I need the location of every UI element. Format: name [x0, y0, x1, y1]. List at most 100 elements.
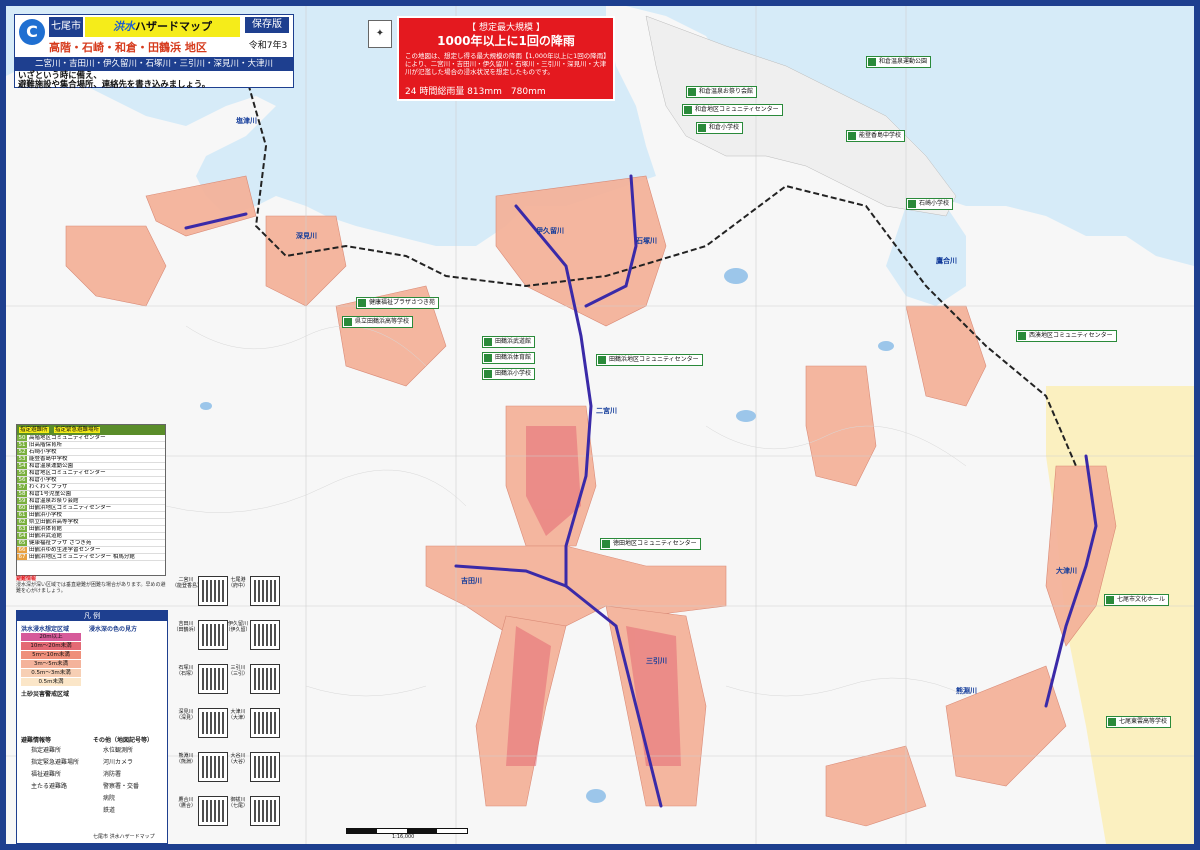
title-hazard: ハザードマップ [135, 20, 212, 33]
city-name: 七尾市 [49, 17, 83, 37]
shelter-number: 51 [17, 442, 27, 448]
shelter-marker[interactable]: 能登香島中学校 [846, 130, 906, 142]
shelter-marker[interactable]: 田鶴浜武道館 [482, 336, 536, 348]
river-label: 二宮川 [596, 407, 617, 415]
rainfall-alt: 780mm [510, 87, 546, 97]
shelter-number: 60 [17, 505, 27, 511]
shelter-marker[interactable]: 石崎小学校 [906, 198, 954, 210]
shelter-table: 指定避難所 指定緊急避難場所 50 高階地区コミュニティセンター 51 旧高階保育所 5… [16, 424, 166, 576]
depth-swatch: 10m〜20m未満 [21, 642, 81, 650]
river-camera-qr-code[interactable] [250, 576, 280, 606]
table-row: 60 田鶴浜地区コミュニティセンター [17, 505, 165, 512]
shelter-name: 和倉1号児童公園 [29, 491, 71, 497]
depth-swatch: 0.5m〜3m未満 [21, 669, 81, 677]
shelter-name: 和倉小学校 [29, 477, 57, 483]
legend-other-item: 水位観測所 [103, 747, 134, 754]
depth-swatch: 5m〜10m未満 [21, 651, 81, 659]
qr-place-label: （大谷） [227, 759, 248, 765]
legend-evac-item: 指定避難所 [31, 747, 62, 754]
shelter-number: 50 [17, 435, 27, 441]
shelter-marker[interactable]: 田鶴浜小学校 [482, 368, 536, 380]
shelter-name: 田鶴浜体育館 [29, 526, 63, 532]
river-camera-qr-code[interactable] [250, 708, 280, 738]
table-row: 55 和倉地区コミュニティセンター [17, 470, 165, 477]
scenario-headline: 1000年以上に1回の降雨 [437, 34, 575, 48]
river-label: 塩津川 [236, 117, 257, 125]
header-emergency: 指定緊急避難場所 [54, 427, 101, 433]
shelter-number: 52 [17, 449, 27, 455]
shelter-number: 57 [17, 484, 27, 490]
legend-title: 凡 例 [17, 611, 167, 621]
river-camera-qr-code[interactable] [250, 664, 280, 694]
river-camera-qr-code[interactable] [250, 752, 280, 782]
shelter-marker[interactable]: 和倉温泉運動公園 [866, 56, 932, 68]
shelter-name: 高階地区コミュニティセンター [29, 435, 106, 441]
shelter-name: 田鶴浜地区コミュニティセンター [29, 505, 112, 511]
river-label: 深見川 [296, 232, 317, 240]
legend-landslide: 土砂災害警戒区域 [21, 691, 70, 698]
river-label: 吉田川 [461, 577, 482, 585]
table-row: 52 石崎小学校 [17, 449, 165, 456]
shelter-marker[interactable]: 県立田鶴浜高等学校 [342, 316, 414, 328]
shelter-marker[interactable]: 西湊地区コミュニティセンター [1016, 330, 1117, 342]
shelter-marker[interactable]: 徳田地区コミュニティセンター [600, 538, 701, 550]
river-camera-qr-code[interactable] [250, 620, 280, 650]
table-row: 61 田鶴浜小学校 [17, 512, 165, 519]
shelter-name: わくわくプラザ [29, 484, 68, 490]
shelter-marker[interactable]: 田鶴浜体育館 [482, 352, 536, 364]
legend-other-item: 病院 [103, 795, 116, 802]
shelter-marker[interactable]: 七尾東雲高等学校 [1106, 716, 1172, 728]
shelter-name: 田鶴浜小学校 [29, 512, 63, 518]
hazard-map[interactable]: 塩津川 深見川 吉田川 二宮川 伊久留川 石塚川 三引川 大津川 熊淵川 鷹合川… [6, 6, 1194, 844]
legend-other-item: 河川カメラ [103, 759, 134, 766]
depth-swatch: 3m〜5m未満 [21, 660, 81, 668]
shelter-number: 64 [17, 533, 27, 539]
table-row: 50 高階地区コミュニティセンター [17, 435, 165, 442]
shelter-number: 53 [17, 456, 27, 462]
table-row: 53 能登香島中学校 [17, 456, 165, 463]
shelter-marker[interactable]: 和倉地区コミュニティセンター [682, 104, 783, 116]
legend-evac-item: 指定緊急避難場所 [31, 759, 80, 766]
scenario-text: この地図は、想定し得る最大規模の降雨【1,000年以上に1回の降雨】により、二宮… [405, 52, 610, 76]
qr-place-label: （能登香島） [172, 583, 203, 589]
table-row: 59 和倉温泉お祭り会館 [17, 498, 165, 505]
shelter-marker[interactable]: 和倉温泉お祭り会館 [686, 86, 758, 98]
shelter-name: 和倉地区コミュニティセンター [29, 470, 106, 476]
river-label: 三引川 [646, 657, 667, 665]
legend-panel: 凡 例 洪水浸水想定区域 浸水深の色の見方 20m以上 10m〜20m未満 5m〜1… [16, 610, 168, 844]
shelter-marker[interactable]: 健康福祉プラザさつき苑 [356, 297, 440, 309]
rainfall-total: 24 時間総雨量 813mm 780mm [405, 84, 611, 97]
depth-swatch: 0.5m未満 [21, 678, 81, 686]
edition-badge: 保存版 [245, 17, 289, 33]
qr-place-label: （大津） [227, 715, 248, 721]
scale-bar: 1:16,000 [346, 828, 468, 840]
river-label: 熊淵川 [956, 687, 977, 695]
qr-place-label: （伊久留） [225, 627, 251, 633]
area-name: 高階・石崎・和倉・田鶴浜 地区 [49, 41, 207, 54]
shelter-name: 田鶴浜ゆめ生涯学習センター [29, 547, 101, 553]
scale-label: 1:16,000 [392, 834, 415, 840]
shelter-number: 67 [17, 554, 27, 560]
shelter-name: 旧高階保育所 [29, 442, 63, 448]
shelter-name: 健康福祉プラザ さつき苑 [29, 540, 92, 546]
shelter-number: 61 [17, 512, 27, 518]
shelter-number: 66 [17, 547, 27, 553]
shelter-marker[interactable]: 田鶴浜地区コミュニティセンター [596, 354, 703, 366]
shelter-name: 和倉温泉お祭り会館 [29, 498, 79, 504]
table-row: 51 旧高階保育所 [17, 442, 165, 449]
rainfall-value: 24 時間総雨量 813mm [405, 87, 502, 97]
shelter-marker[interactable]: 七尾市文化ホール [1104, 594, 1170, 606]
legend-evac-item: 主たる避難路 [31, 783, 68, 790]
shelter-number: 56 [17, 477, 27, 483]
qr-place-label: （田鶴浜） [173, 627, 199, 633]
qr-place-label: （府中） [227, 583, 248, 589]
shelter-number: 63 [17, 526, 27, 532]
qr-place-label: （三引） [227, 671, 248, 677]
shelter-name: 石崎小学校 [29, 449, 57, 455]
table-header: 指定避難所 指定緊急避難場所 [17, 425, 165, 435]
river-camera-qr-code[interactable] [250, 796, 280, 826]
shelter-marker[interactable]: 和倉小学校 [696, 122, 744, 134]
alert-text: 浸水深が深い区域では垂直避難が困難な場合があります。早めの避難を心がけましょう。 [16, 582, 166, 594]
qr-place-label: （熊淵） [175, 759, 196, 765]
header-designated: 指定避難所 [19, 427, 49, 433]
